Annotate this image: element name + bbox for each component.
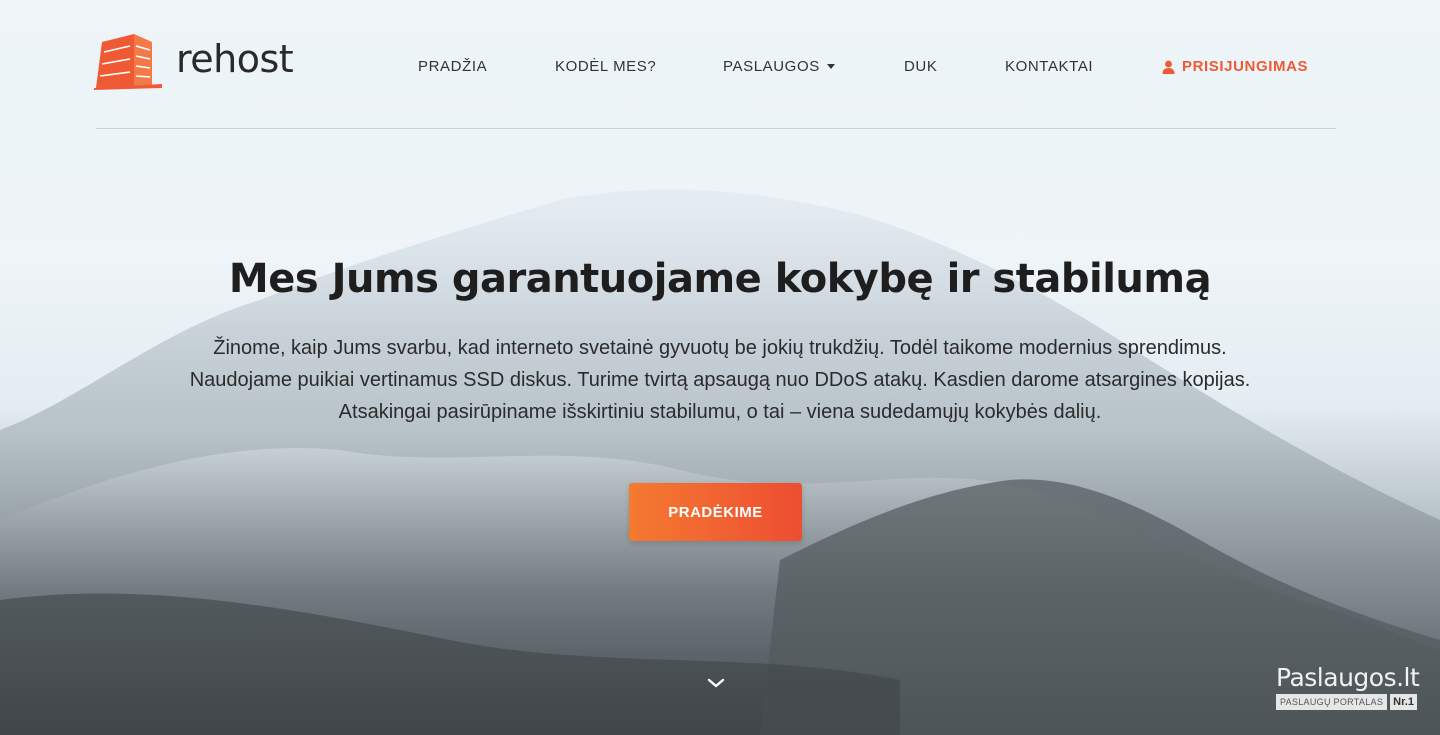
watermark-tagline: PASLAUGŲ PORTALAS bbox=[1276, 694, 1388, 710]
nav-item-duk[interactable]: DUK bbox=[904, 56, 937, 78]
watermark-title: Paslaugos.lt bbox=[1276, 663, 1420, 692]
nav-item-paslaugos[interactable]: PASLAUGOS bbox=[723, 56, 835, 78]
header-divider bbox=[96, 128, 1336, 129]
nav-item-kodel-mes[interactable]: KODĖL MES? bbox=[555, 56, 656, 78]
hero-description-line: Žinome, kaip Jums svarbu, kad interneto … bbox=[213, 337, 1227, 359]
main-navigation: PRADŽIA KODĖL MES? PASLAUGOS DUK KONTAKT… bbox=[0, 56, 1440, 80]
nav-item-kontaktai[interactable]: KONTAKTAI bbox=[1005, 56, 1093, 78]
hero-title: Mes Jums garantuojame kokybę ir stabilum… bbox=[228, 256, 1212, 302]
nav-item-pradzia[interactable]: PRADŽIA bbox=[418, 56, 487, 78]
login-label: PRISIJUNGIMAS bbox=[1182, 58, 1309, 75]
caret-down-icon bbox=[826, 63, 835, 69]
hero-section: rehost PRADŽIA KODĖL MES? PASLAUGOS DUK … bbox=[0, 0, 1440, 735]
paslaugos-watermark: Paslaugos.lt PASLAUGŲ PORTALAS Nr.1 bbox=[1276, 663, 1420, 710]
user-icon bbox=[1162, 60, 1175, 74]
nav-item-label: PASLAUGOS bbox=[723, 58, 820, 75]
login-link[interactable]: PRISIJUNGIMAS bbox=[1162, 56, 1308, 78]
start-button[interactable]: PRADĖKIME bbox=[629, 483, 802, 541]
watermark-subline: PASLAUGŲ PORTALAS Nr.1 bbox=[1276, 694, 1417, 710]
hero-description-line: Atsakingai pasirūpiname išskirtiniu stab… bbox=[338, 401, 1102, 423]
watermark-badge: Nr.1 bbox=[1390, 694, 1417, 710]
chevron-down-icon[interactable] bbox=[706, 676, 726, 690]
hero-description-line: Naudojame puikiai vertinamus SSD diskus.… bbox=[189, 369, 1251, 391]
hero-description: Žinome, kaip Jums svarbu, kad interneto … bbox=[120, 332, 1320, 428]
